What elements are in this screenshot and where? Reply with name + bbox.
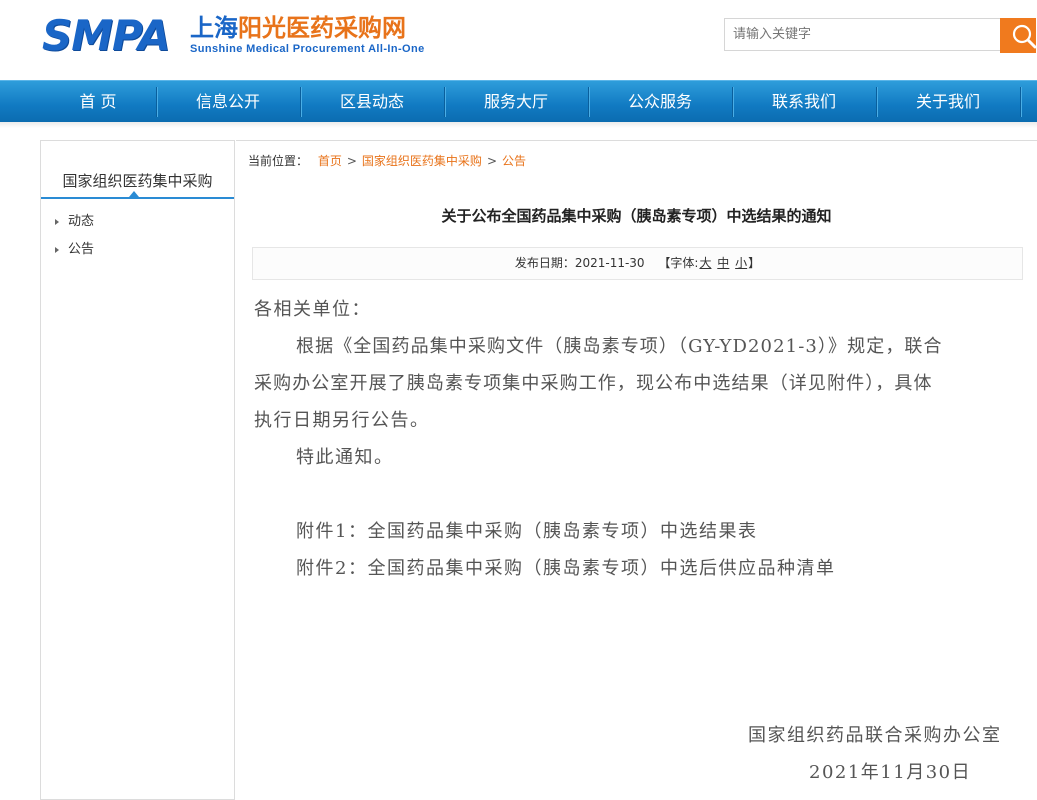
sidebar-title-underline: [41, 197, 234, 199]
attachment-link-2[interactable]: 附件2：全国药品集中采购（胰岛素专项）中选后供应品种清单: [296, 557, 835, 581]
nav-item-home[interactable]: 首 页: [26, 81, 170, 122]
article-paragraph-line: 执行日期另行公告。: [254, 410, 430, 431]
nav-item-info-disclosure[interactable]: 信息公开: [156, 81, 300, 122]
site-header: SMPA 上海阳光医药采购网 Sunshine Medical Procurem…: [0, 0, 1037, 80]
article-paragraph-line: 采购办公室开展了胰岛素专项集中采购工作，现公布中选结果（详见附件），具体: [254, 373, 933, 394]
main-content: 当前位置： 首页 > 国家组织医药集中采购 > 公告 关于公布全国药品集中采购（胰岛素专…: [236, 140, 1037, 800]
article-title: 关于公布全国药品集中采购（胰岛素专项）中选结果的通知: [441, 207, 832, 225]
main-nav: 首 页 信息公开 区县动态 服务大厅 公众服务 联系我们 关于我们: [0, 80, 1037, 122]
publish-date-label: 发布日期：: [514, 256, 575, 270]
font-size-label-close: 】: [748, 256, 761, 270]
caret-right-icon: [55, 246, 59, 253]
font-size-medium-button[interactable]: 中: [717, 256, 729, 270]
logo-cn-part1: 上海: [190, 13, 238, 42]
font-size-large-button[interactable]: 大: [699, 256, 711, 270]
search-icon: [1012, 24, 1037, 49]
breadcrumb-prefix: 当前位置：: [248, 154, 309, 168]
logo-english-name: Sunshine Medical Procurement All-In-One: [190, 43, 425, 55]
article-closing: 特此通知。: [296, 447, 394, 468]
breadcrumb-link-home[interactable]: 首页: [318, 154, 342, 168]
font-size-label-open: 【字体:: [658, 256, 699, 270]
breadcrumb-link-category[interactable]: 国家组织医药集中采购: [362, 154, 482, 168]
breadcrumb-link-current[interactable]: 公告: [502, 154, 526, 168]
nav-divider: [1020, 87, 1021, 117]
sidebar-item-announcements[interactable]: 公告: [55, 240, 94, 260]
attachment-link-1[interactable]: 附件1：全国药品集中采购（胰岛素专项）中选结果表: [296, 520, 757, 544]
article-salutation: 各相关单位：: [254, 299, 371, 320]
article-sign-date: 2021年11月30日: [809, 762, 972, 783]
article-meta: 发布日期：2021-11-30 【字体:大 中 小】: [252, 247, 1023, 280]
sidebar: 国家组织医药集中采购 动态 公告: [40, 140, 235, 800]
logo-abbr: SMPA: [42, 11, 170, 60]
sidebar-item-label: 动态: [68, 214, 95, 229]
site-logo[interactable]: SMPA 上海阳光医药采购网 Sunshine Medical Procurem…: [42, 12, 462, 62]
font-size-small-button[interactable]: 小: [735, 256, 747, 270]
sidebar-item-label: 公告: [68, 242, 95, 257]
nav-item-district-news[interactable]: 区县动态: [300, 81, 444, 122]
nav-item-public-service[interactable]: 公众服务: [588, 81, 732, 122]
breadcrumb-separator: >: [346, 154, 357, 168]
article-signature: 国家组织药品联合采购办公室: [748, 725, 1002, 746]
search-button[interactable]: [1000, 18, 1037, 53]
breadcrumb: 当前位置： 首页 > 国家组织医药集中采购 > 公告: [248, 151, 526, 171]
publish-date: 2021-11-30: [574, 256, 645, 270]
breadcrumb-separator: >: [486, 154, 497, 168]
nav-item-service-hall[interactable]: 服务大厅: [444, 81, 588, 122]
nav-item-about-us[interactable]: 关于我们: [876, 81, 1020, 122]
nav-shadow: [0, 122, 1037, 128]
logo-cn-part2: 阳光医药采购网: [238, 13, 406, 42]
search-input[interactable]: [724, 18, 1000, 51]
nav-item-contact-us[interactable]: 联系我们: [732, 81, 876, 122]
article-paragraph-line: 根据《全国药品集中采购文件（胰岛素专项）（GY-YD2021-3）》规定，联合: [296, 336, 943, 357]
caret-right-icon: [55, 218, 59, 225]
sidebar-item-news[interactable]: 动态: [55, 212, 94, 232]
logo-chinese-name: 上海阳光医药采购网: [190, 14, 406, 42]
